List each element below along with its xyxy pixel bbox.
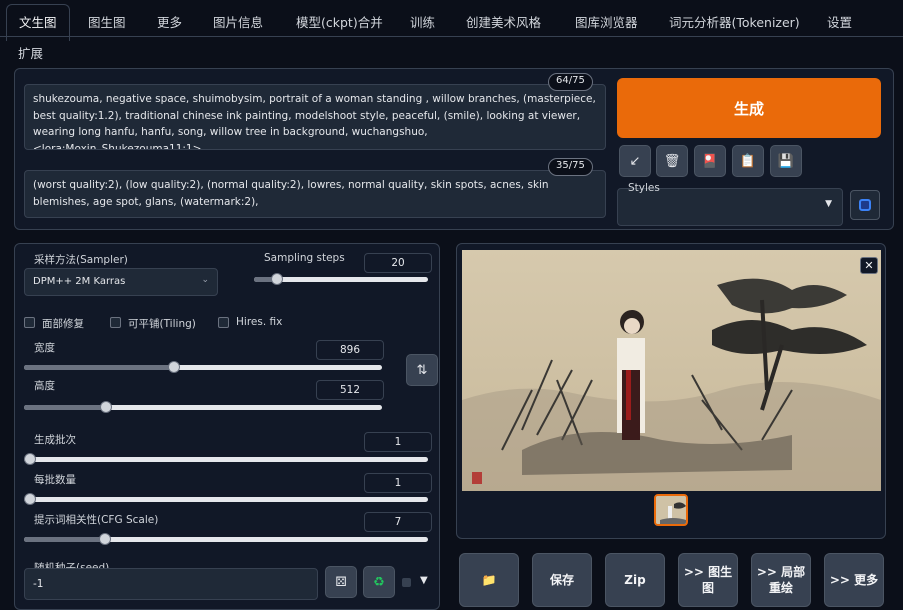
refresh-icon [859,199,871,211]
restore-faces-label: 面部修复 [42,318,84,330]
clipboard-icon: 📋 [739,153,757,169]
tab-bar: 文生图 图生图 更多 图片信息 模型(ckpt)合并 训练 创建美术风格 图库浏… [0,0,903,66]
height-input[interactable]: 512 [316,380,384,400]
swap-icon: ⇅ [416,362,428,378]
steps-input[interactable]: 20 [364,253,432,273]
settings-panel [14,243,440,610]
batch-count-slider-thumb[interactable] [24,453,36,465]
send-to-inpaint-label: >> 局部重绘 [756,565,806,595]
negative-prompt-input[interactable]: (worst quality:2), (low quality:2), (nor… [24,170,606,218]
batch-count-slider[interactable] [24,453,428,465]
positive-prompt-input[interactable]: shukezouma, negative space, shuimobysim,… [24,84,606,150]
tiling-checkbox[interactable] [110,317,121,328]
width-label: 宽度 [34,342,55,354]
zip-button[interactable]: Zip [605,553,665,607]
batch-count-label: 生成批次 [34,434,76,446]
negative-token-counter: 35/75 [548,158,593,176]
save-icon: 💾 [777,153,795,169]
apply-style-button[interactable]: 📋 [732,145,764,177]
height-slider-fill [24,405,107,410]
send-to-extras-button[interactable]: >> 更多 [824,553,884,607]
tab-extras[interactable]: 更多 [157,12,182,31]
sampler-label: 采样方法(Sampler) [34,254,128,266]
expand-triangle-icon[interactable]: ▼ [420,575,428,586]
ink-painting-image [462,250,881,491]
width-slider-fill [24,365,175,370]
card-icon: 🎴 [701,153,719,169]
hires-fix-checkbox[interactable] [218,317,229,328]
send-to-img2img-label: >> 图生图 [683,565,733,595]
cfg-scale-slider[interactable] [24,533,428,545]
height-label: 高度 [34,380,55,392]
sampler-dropdown[interactable]: DPM++ 2M Karras ⌄ [24,268,218,296]
positive-token-counter: 64/75 [548,73,593,91]
extra-seed-checkbox[interactable] [402,578,411,587]
tiling-label: 可平铺(Tiling) [128,318,196,330]
cfg-scale-slider-fill [24,537,105,542]
send-to-extras-label: >> 更多 [829,573,879,587]
generated-image[interactable] [462,250,881,491]
tab-divider [0,36,903,37]
tab-png-info[interactable]: 图片信息 [213,12,263,31]
swap-dimensions-button[interactable]: ⇅ [406,354,438,386]
sampler-value: DPM++ 2M Karras [33,276,126,287]
tab-create-aesthetic[interactable]: 创建美术风格 [466,12,541,31]
batch-count-input[interactable]: 1 [364,432,432,452]
recycle-icon: ♻ [373,574,385,590]
caret-down-icon: ▼ [825,199,832,209]
tab-train[interactable]: 训练 [410,12,435,31]
batch-size-input[interactable]: 1 [364,473,432,493]
save-label: 保存 [549,573,574,587]
send-to-inpaint-button[interactable]: >> 局部重绘 [751,553,811,607]
tab-img2img[interactable]: 图生图 [88,12,126,31]
batch-size-label: 每批数量 [34,474,76,486]
height-slider[interactable] [24,401,382,413]
cfg-scale-label: 提示词相关性(CFG Scale) [34,514,159,526]
save-style-button[interactable]: 💾 [770,145,802,177]
tab-tokenizer[interactable]: 词元分析器(Tokenizer) [669,12,800,31]
close-image-button[interactable]: ✕ [860,257,878,274]
seed-input[interactable]: -1 [24,568,318,600]
cfg-scale-input[interactable]: 7 [364,512,432,532]
reuse-seed-button[interactable]: ♻ [363,566,395,598]
tab-checkpoint-merger[interactable]: 模型(ckpt)合并 [296,12,383,31]
thumbnail-image [656,496,686,524]
generate-label: 生成 [733,99,764,118]
arrow-icon: ↙ [629,153,641,169]
batch-size-slider-thumb[interactable] [24,493,36,505]
tab-image-browser[interactable]: 图库浏览器 [575,12,638,31]
cfg-scale-slider-thumb[interactable] [98,533,111,545]
steps-slider[interactable] [254,273,428,285]
dice-icon: ⚄ [335,574,347,590]
chevron-down-icon: ⌄ [201,275,209,285]
steps-label: Sampling steps [264,252,345,264]
refresh-styles-button[interactable] [850,190,880,220]
tab-settings[interactable]: 设置 [827,12,852,31]
open-folder-button[interactable]: 📁 [459,553,519,607]
width-input[interactable]: 896 [316,340,384,360]
hires-fix-label: Hires. fix [236,316,283,328]
styles-label: Styles [628,182,660,194]
width-slider[interactable] [24,361,382,373]
steps-slider-thumb[interactable] [270,273,283,285]
image-thumbnail[interactable] [654,494,688,526]
send-to-img2img-button[interactable]: >> 图生图 [678,553,738,607]
tab-extensions[interactable]: 扩展 [18,43,43,62]
zip-label: Zip [624,573,646,587]
clear-prompt-button[interactable]: 🗑 [656,145,688,177]
extra-networks-button[interactable]: 🎴 [694,145,726,177]
restore-faces-checkbox[interactable] [24,317,35,328]
read-params-button[interactable]: ↙ [619,145,651,177]
generate-button[interactable]: 生成 [617,78,881,138]
folder-icon: 📁 [481,573,497,587]
random-seed-button[interactable]: ⚄ [325,566,357,598]
batch-size-slider[interactable] [24,493,428,505]
trash-icon: 🗑 [663,153,681,169]
save-button[interactable]: 保存 [532,553,592,607]
